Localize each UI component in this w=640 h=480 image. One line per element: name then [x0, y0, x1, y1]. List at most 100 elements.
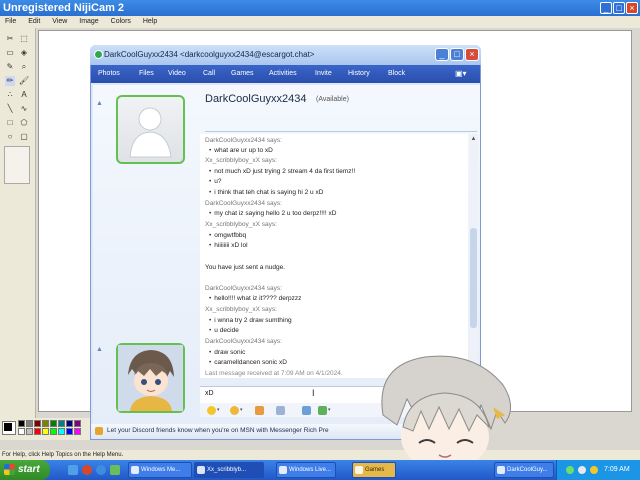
menu-image[interactable]: Image: [74, 16, 103, 28]
message-sender: DarkCoolGuyxx2434 says:: [205, 137, 282, 144]
contact-avatar[interactable]: [116, 95, 185, 164]
message-line: hiiiiiiii xD lol: [209, 242, 247, 249]
my-avatar[interactable]: [116, 343, 185, 413]
line-icon[interactable]: ╲: [5, 104, 15, 114]
font-icon[interactable]: [302, 406, 311, 415]
swatch-yellow[interactable]: [42, 428, 49, 435]
swatch-purple[interactable]: [74, 420, 81, 427]
swatch-cyan[interactable]: [58, 428, 65, 435]
swatch-gray[interactable]: [26, 420, 33, 427]
security-tray-icon[interactable]: [590, 466, 598, 474]
paint-menu-bar: File Edit View Image Colors Help: [0, 16, 640, 28]
rectangle-icon[interactable]: □: [5, 118, 15, 128]
polygon-icon[interactable]: ⬠: [19, 118, 29, 128]
collapse-contact-icon[interactable]: ▲: [96, 100, 103, 107]
header-divider: [205, 131, 477, 132]
ad-text: Let your Discord friends know when you'r…: [107, 427, 329, 434]
volume-tray-icon[interactable]: [578, 466, 586, 474]
paint-title: Unregistered NijiCam 2: [3, 2, 125, 14]
swatch-lime[interactable]: [50, 428, 57, 435]
swatch-green[interactable]: [50, 420, 57, 427]
ellipse-icon[interactable]: ○: [5, 132, 15, 142]
toolbar-invite[interactable]: Invite: [315, 65, 332, 83]
eraser-icon[interactable]: ▭: [5, 48, 15, 58]
quicklaunch-msn-icon[interactable]: [110, 465, 120, 475]
message-line: i think that teh chat is saying hi 2 u x…: [209, 189, 323, 196]
swatch-maroon[interactable]: [34, 420, 41, 427]
wink-dropdown-icon[interactable]: ▾: [240, 407, 243, 413]
toolbar-games[interactable]: Games: [231, 65, 254, 83]
quicklaunch-ie-icon[interactable]: [96, 465, 106, 475]
msn-tray-icon[interactable]: [566, 466, 574, 474]
swatch-navy[interactable]: [66, 420, 73, 427]
toolbar-more-icon[interactable]: ▣▾: [455, 65, 467, 83]
task-windows-live[interactable]: Windows Live...: [276, 462, 336, 478]
brush-icon[interactable]: 🖌: [19, 76, 29, 86]
task-windows-media[interactable]: Windows Me...: [128, 462, 192, 478]
background-dropdown-icon[interactable]: ▾: [328, 407, 331, 413]
menu-help[interactable]: Help: [138, 16, 162, 28]
swatch-red[interactable]: [34, 428, 41, 435]
toolbar-files[interactable]: Files: [139, 65, 154, 83]
task-darkcoolguy[interactable]: DarkCoolGuy...: [494, 462, 554, 478]
close-button[interactable]: ×: [626, 2, 638, 14]
emoticon-dropdown-icon[interactable]: ▾: [217, 407, 220, 413]
task-xx-scribblyboy[interactable]: Xx_scribblyb...: [194, 462, 264, 478]
emoticon-icon[interactable]: [207, 406, 216, 415]
rounded-rect-icon[interactable]: ▢: [19, 132, 29, 142]
menu-view[interactable]: View: [47, 16, 72, 28]
scroll-up-icon[interactable]: ▲: [470, 136, 477, 143]
menu-edit[interactable]: Edit: [23, 16, 45, 28]
swatch-teal[interactable]: [58, 420, 65, 427]
toolbar-call[interactable]: Call: [203, 65, 215, 83]
curve-icon[interactable]: ∿: [19, 104, 29, 114]
message-sender: DarkCoolGuyxx2434 says:: [205, 285, 282, 292]
task-label: Windows Me...: [141, 467, 181, 473]
swatch-black[interactable]: [18, 420, 25, 427]
menu-colors[interactable]: Colors: [106, 16, 136, 28]
swatch-blue[interactable]: [66, 428, 73, 435]
text-icon[interactable]: A: [19, 90, 29, 100]
chat-close-button[interactable]: ×: [465, 48, 479, 61]
maximize-button[interactable]: □: [613, 2, 625, 14]
message-line: my chat iz saying hello 2 u too derpz!!!…: [209, 210, 336, 217]
fill-icon[interactable]: ◈: [19, 48, 29, 58]
wink-icon[interactable]: [230, 406, 239, 415]
message-line: what are ur up to xD: [209, 147, 273, 154]
nudge-icon[interactable]: [255, 406, 264, 415]
vtuber-overlay: [381, 355, 511, 470]
swatch-magenta[interactable]: [74, 428, 81, 435]
pencil-icon[interactable]: ✏: [5, 76, 15, 86]
toolbar-video[interactable]: Video: [168, 65, 186, 83]
message-input-text: xD: [205, 390, 214, 397]
swatch-silver[interactable]: [26, 428, 33, 435]
toolbar-photos[interactable]: Photos: [98, 65, 120, 83]
scroll-thumb[interactable]: [470, 228, 477, 328]
picker-icon[interactable]: ✎: [5, 62, 15, 72]
swatch-white[interactable]: [18, 428, 25, 435]
toolbar-history[interactable]: History: [348, 65, 370, 83]
toolbar-block[interactable]: Block: [388, 65, 405, 83]
swatch-olive[interactable]: [42, 420, 49, 427]
magnifier-icon[interactable]: ⌕: [19, 62, 29, 72]
quicklaunch-media-icon[interactable]: [82, 465, 92, 475]
contact-name: DarkCoolGuyxx2434: [205, 93, 307, 105]
collapse-self-icon[interactable]: ▲: [96, 346, 103, 353]
chibi-avatar-icon: [118, 345, 183, 411]
rect-select-icon[interactable]: ⬚: [19, 34, 29, 44]
free-select-icon[interactable]: ✂: [5, 34, 15, 44]
chat-minimize-button[interactable]: _: [435, 48, 449, 61]
voice-clip-icon[interactable]: [276, 406, 285, 415]
minimize-button[interactable]: _: [600, 2, 612, 14]
status-text: For Help, click Help Topics on the Help …: [2, 452, 124, 458]
quicklaunch-desktop-icon[interactable]: [68, 465, 78, 475]
clock[interactable]: 7:09 AM: [604, 460, 640, 480]
airbrush-icon[interactable]: ∴: [5, 90, 15, 100]
chat-maximize-button[interactable]: □: [450, 48, 464, 61]
menu-file[interactable]: File: [0, 16, 21, 28]
task-games[interactable]: Games: [352, 462, 396, 478]
toolbar-activities[interactable]: Activities: [269, 65, 297, 83]
tool-options[interactable]: [4, 146, 30, 184]
msn-buddy-icon: [94, 50, 103, 59]
background-icon[interactable]: [318, 406, 327, 415]
